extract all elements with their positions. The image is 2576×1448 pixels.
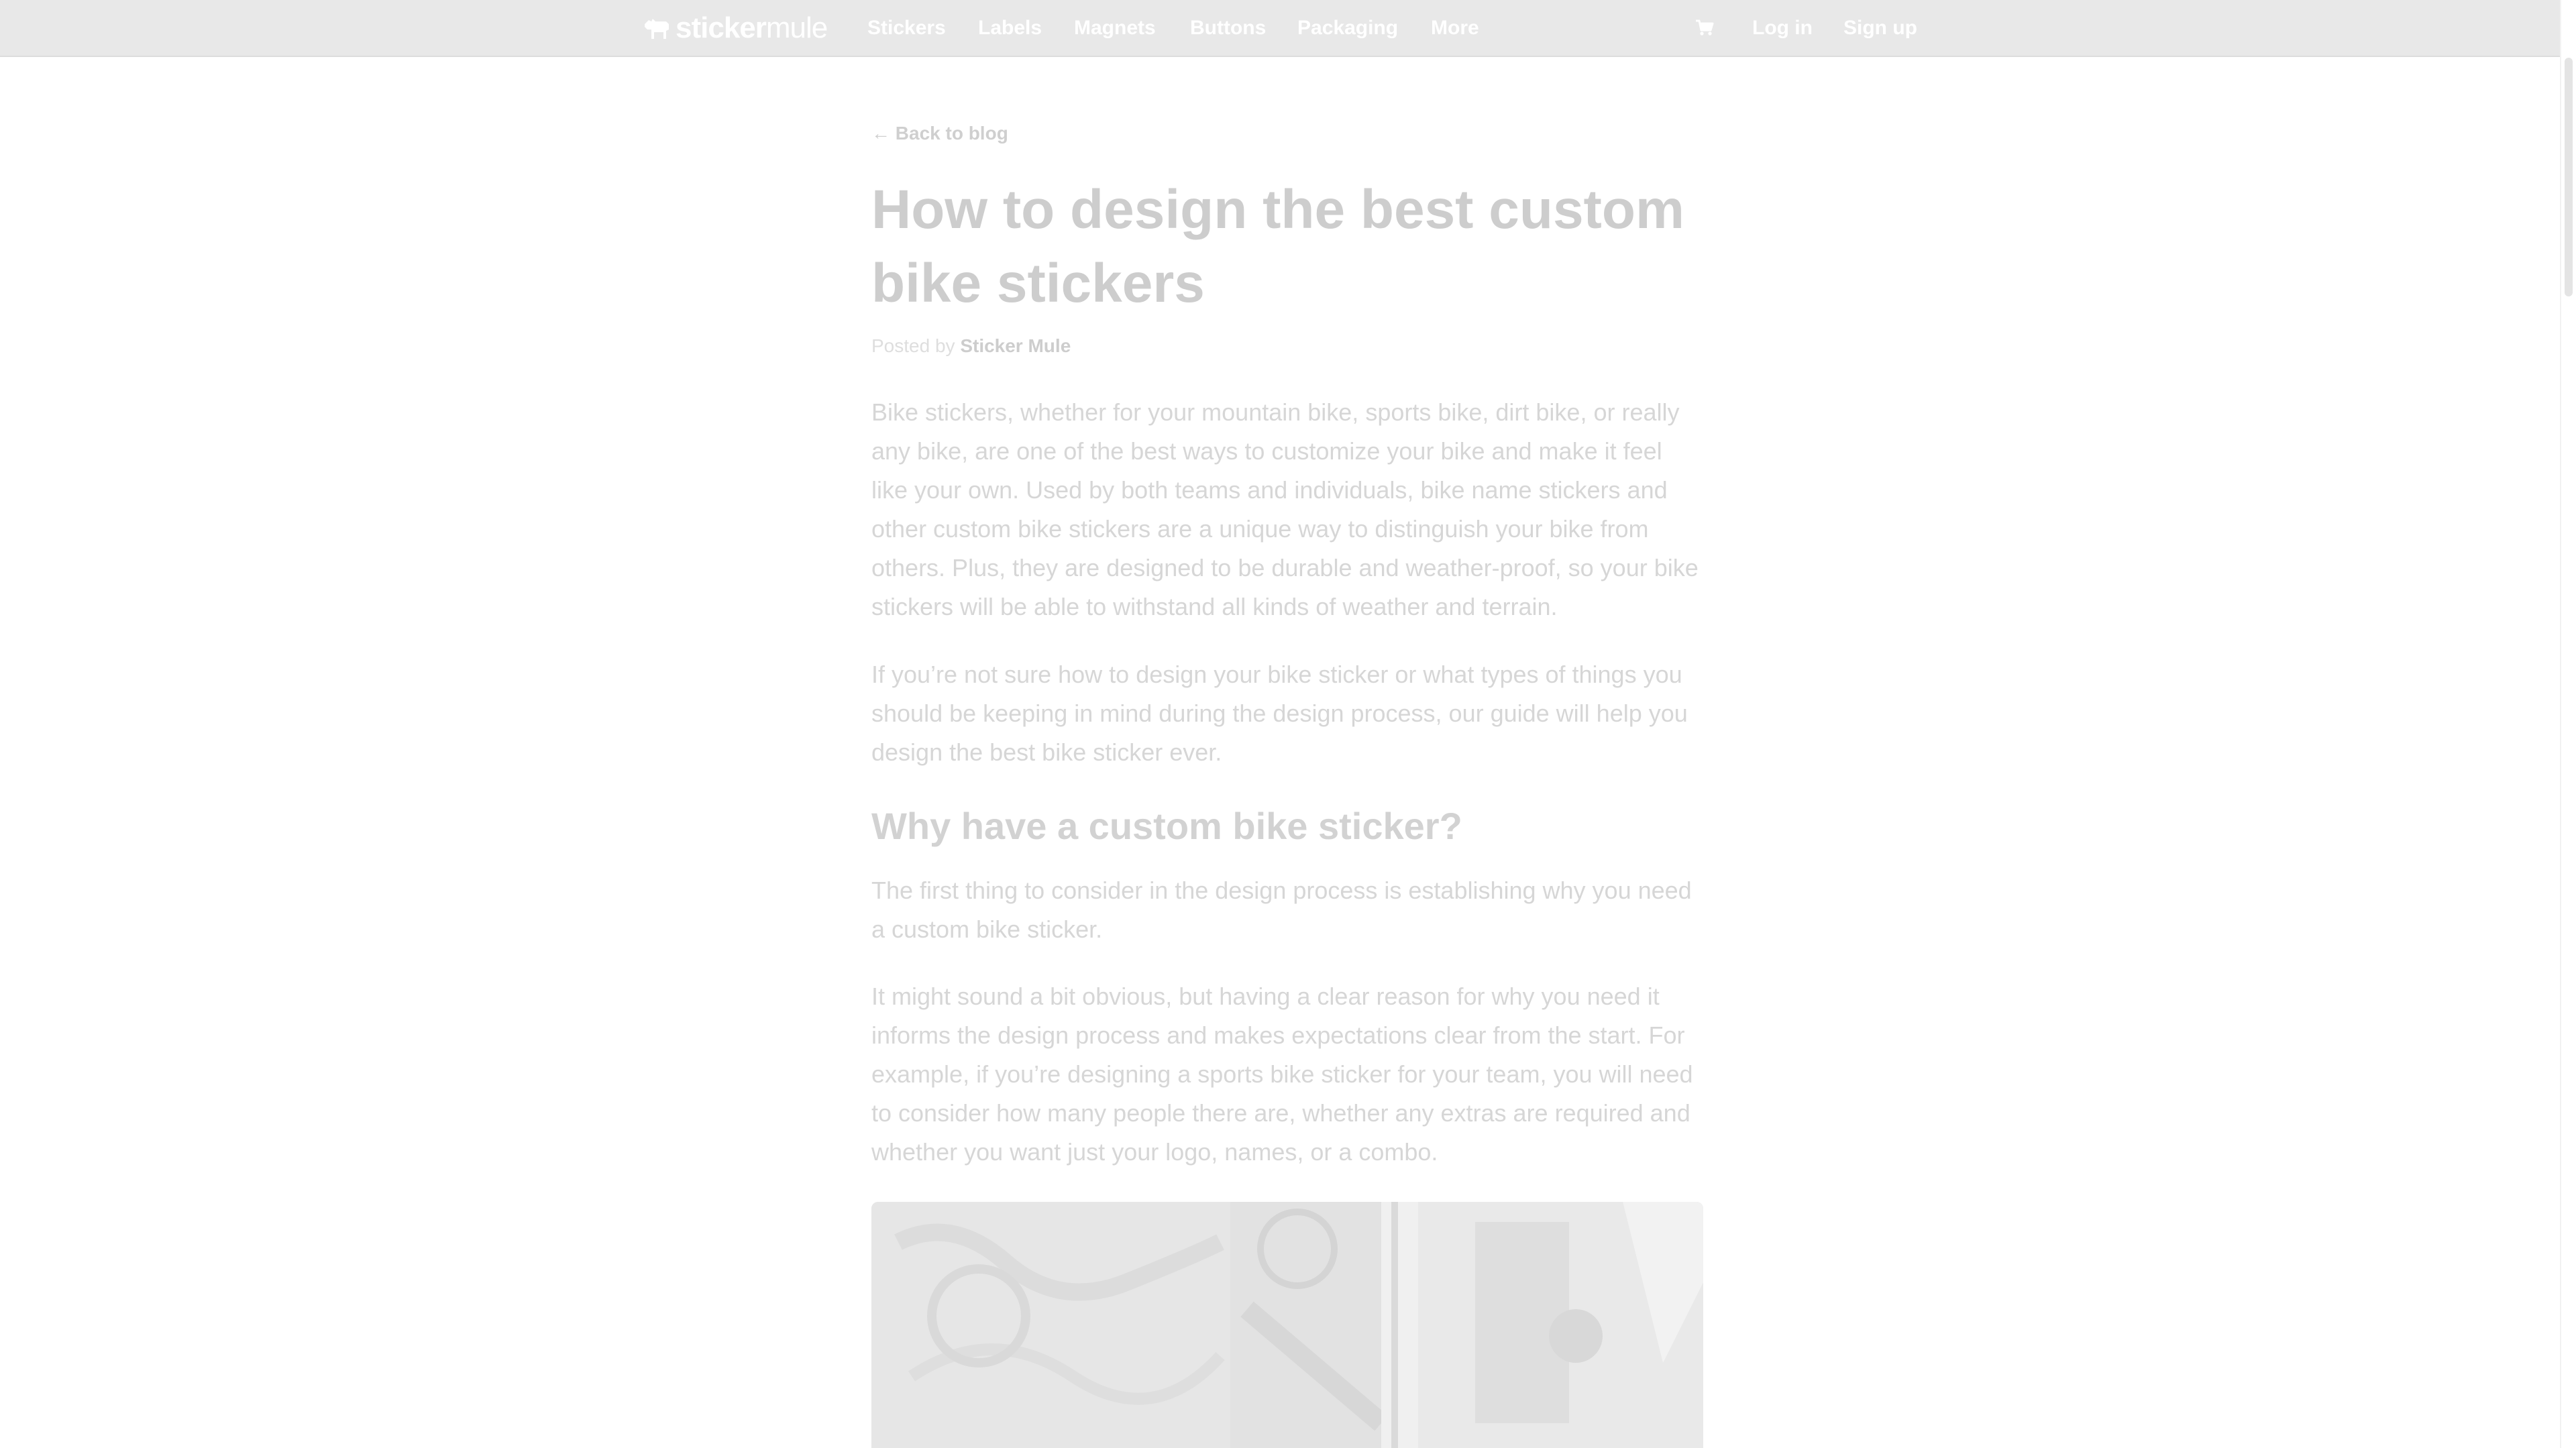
nav-link-labels[interactable]: Labels <box>978 15 1042 42</box>
section-paragraph-1: The first thing to consider in the desig… <box>871 877 1692 943</box>
cart-icon[interactable] <box>1695 17 1715 38</box>
section-paragraph-2: It might sound a bit obvious, but having… <box>871 983 1693 1166</box>
article-title: How to design the best custom bike stick… <box>871 179 1684 314</box>
login-link[interactable]: Log in <box>1752 15 1813 42</box>
mule-logo-icon <box>645 19 669 39</box>
intro-paragraph: Bike stickers, whether for your mountain… <box>871 398 1699 620</box>
sticker-mule-logo[interactable]: sticker mule <box>642 9 828 47</box>
back-to-blog-link[interactable]: ← Back to blog <box>871 123 1008 144</box>
nav-link-magnets[interactable]: Magnets <box>1074 15 1156 42</box>
signup-link[interactable]: Sign up <box>1843 15 1917 42</box>
logo-text-bold: sticker <box>676 11 767 44</box>
article-byline: Posted by Sticker Mule <box>871 335 1071 357</box>
nav-link-buttons[interactable]: Buttons <box>1190 15 1266 42</box>
author-link[interactable]: Sticker Mule <box>960 335 1071 356</box>
scrollbar-thumb[interactable] <box>2565 58 2573 296</box>
nav-link-stickers[interactable]: Stickers <box>867 15 946 42</box>
top-navbar: sticker mule Stickers Labels Magnets Butt… <box>0 0 2576 57</box>
bike-stickers-photo <box>871 1202 1703 1448</box>
nav-link-packaging[interactable]: Packaging <box>1297 15 1398 42</box>
section-heading: Why have a custom bike sticker? <box>871 805 1462 847</box>
nav-link-more[interactable]: More <box>1431 15 1479 42</box>
byline-prefix: Posted by <box>871 335 961 356</box>
guide-paragraph: If you’re not sure how to design your bi… <box>871 661 1688 766</box>
logo-text-light: mule <box>765 11 828 44</box>
bike-stickers-photo-art <box>871 1202 1703 1448</box>
